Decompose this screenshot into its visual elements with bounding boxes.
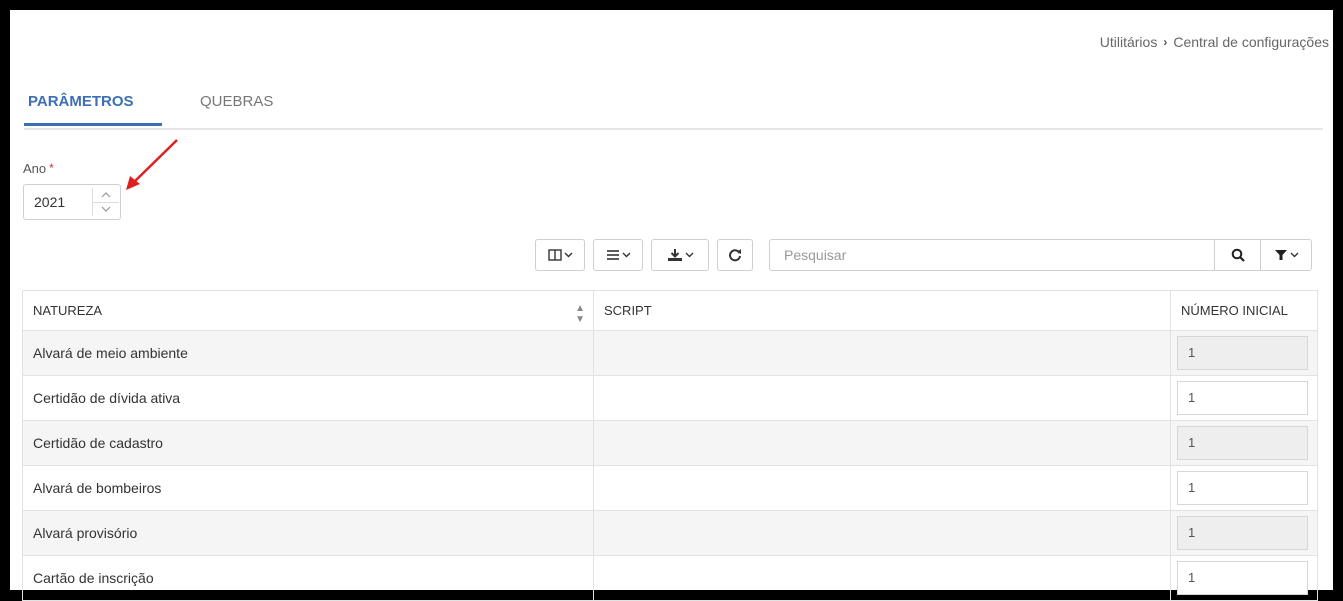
download-icon	[667, 249, 682, 261]
columns-button[interactable]	[535, 239, 585, 271]
chevron-down-icon	[1290, 252, 1298, 258]
list-icon	[606, 250, 619, 260]
chevron-down-icon	[622, 252, 630, 258]
numero-inicial-input: 1	[1177, 516, 1308, 550]
cell-numero-inicial: 1	[1170, 375, 1318, 421]
naturezas-table: NATUREZA ▲ ▼ SCRIPT NÚMERO INICIAL Alvará…	[22, 290, 1318, 601]
cell-natureza: Certidão de dívida ativa	[22, 375, 594, 421]
search-input[interactable]: Pesquisar	[784, 247, 846, 263]
chevron-down-icon	[685, 252, 693, 258]
chevron-right-icon: ›	[1163, 35, 1168, 49]
table-row: Alvará provisório 1	[22, 510, 1318, 556]
cell-natureza: Alvará de bombeiros	[22, 465, 594, 511]
stepper-controls	[92, 188, 119, 216]
tab-quebras[interactable]: QUEBRAS	[200, 92, 273, 126]
annotation-arrow-icon	[126, 139, 178, 190]
chevron-up-icon[interactable]	[93, 188, 119, 203]
refresh-icon	[729, 249, 741, 262]
page: Utilitários › Central de configurações P…	[10, 10, 1333, 601]
filter-button[interactable]	[1260, 240, 1312, 270]
table-row: Certidão de dívida ativa 1	[22, 375, 1318, 421]
ano-label: Ano *	[23, 161, 54, 176]
refresh-button[interactable]	[717, 239, 753, 271]
search-icon	[1231, 248, 1245, 262]
filter-icon	[1274, 250, 1287, 260]
cell-script	[593, 375, 1171, 421]
cell-numero-inicial: 1	[1170, 465, 1318, 511]
columns-icon	[547, 249, 562, 261]
cell-script	[593, 420, 1171, 466]
numero-inicial-input[interactable]: 1	[1177, 381, 1308, 415]
numero-inicial-input: 1	[1177, 336, 1308, 370]
required-mark: *	[49, 161, 54, 175]
breadcrumb: Utilitários › Central de configurações	[1100, 34, 1329, 50]
year-stepper[interactable]: 2021	[23, 184, 121, 220]
cell-script	[593, 555, 1171, 601]
table-row: Cartão de inscrição 1	[22, 555, 1318, 601]
cell-natureza: Cartão de inscrição	[22, 555, 594, 601]
table-row: Alvará de bombeiros 1	[22, 465, 1318, 511]
export-button[interactable]	[651, 239, 709, 271]
cell-natureza: Alvará provisório	[22, 510, 594, 556]
sort-icon[interactable]: ▲ ▼	[575, 303, 585, 325]
chevron-down-icon[interactable]	[93, 202, 119, 216]
cell-script	[593, 330, 1171, 376]
cell-script	[593, 465, 1171, 511]
numero-inicial-input[interactable]: 1	[1177, 471, 1308, 505]
cell-script	[593, 510, 1171, 556]
table-row: Certidão de cadastro 1	[22, 420, 1318, 466]
breadcrumb-parent[interactable]: Utilitários	[1100, 34, 1158, 50]
breadcrumb-current: Central de configurações	[1173, 34, 1329, 50]
column-header-script: SCRIPT	[593, 290, 1171, 331]
table-row: Alvará de meio ambiente 1	[22, 330, 1318, 376]
column-header-natureza[interactable]: NATUREZA ▲ ▼	[22, 290, 594, 331]
search-button[interactable]	[1214, 240, 1261, 270]
table-toolbar	[535, 239, 753, 271]
cell-numero-inicial: 1	[1170, 555, 1318, 601]
ano-label-text: Ano	[23, 161, 47, 176]
density-button[interactable]	[593, 239, 643, 271]
cell-natureza: Alvará de meio ambiente	[22, 330, 594, 376]
cell-numero-inicial: 1	[1170, 510, 1318, 556]
cell-natureza: Certidão de cadastro	[22, 420, 594, 466]
cell-numero-inicial: 1	[1170, 420, 1318, 466]
column-header-natureza-label: NATUREZA	[33, 303, 103, 318]
column-header-numero-inicial: NÚMERO INICIAL	[1170, 290, 1318, 331]
year-value[interactable]: 2021	[34, 194, 65, 210]
numero-inicial-input: 1	[1177, 426, 1308, 460]
tab-bar: PARÂMETROS QUEBRAS	[24, 92, 1323, 130]
tab-parametros[interactable]: PARÂMETROS	[24, 92, 162, 126]
cell-numero-inicial: 1	[1170, 330, 1318, 376]
chevron-down-icon	[564, 252, 572, 258]
table-header-row: NATUREZA ▲ ▼ SCRIPT NÚMERO INICIAL	[22, 290, 1318, 331]
search-box: Pesquisar	[769, 239, 1312, 271]
